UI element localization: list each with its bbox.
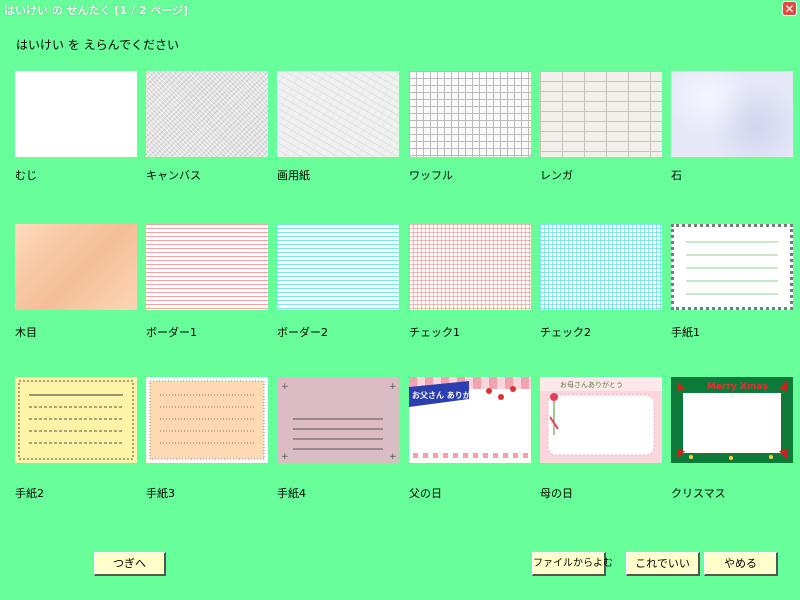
close-button[interactable]: ✕: [782, 1, 797, 16]
bg-label: ボーダー1: [146, 326, 197, 339]
bg-tile-canvas[interactable]: [146, 71, 268, 157]
bg-label: 手紙4: [277, 487, 306, 500]
svg-text:+: +: [281, 452, 289, 462]
bg-tile-letter4[interactable]: + + + +: [277, 377, 399, 463]
cancel-button[interactable]: やめる: [704, 552, 778, 576]
christmas-text: Merry Xmas: [707, 382, 768, 392]
bg-label: 木目: [15, 326, 37, 339]
window-title: はいけい の せんたく [1 / 2 ページ]: [4, 4, 189, 17]
bg-label: 手紙3: [146, 487, 175, 500]
bg-label: チェック1: [409, 326, 460, 339]
svg-text:+: +: [389, 452, 397, 462]
bg-tile-fathers-day[interactable]: お父さん ありがとう!: [409, 377, 531, 463]
bg-label: 母の日: [540, 487, 573, 500]
bg-label: ワッフル: [409, 169, 453, 182]
bg-tile-plain[interactable]: [15, 71, 137, 157]
bg-label: 石: [671, 169, 682, 182]
fathers-day-text: お父さん ありがとう!: [412, 390, 490, 400]
bg-tile-letter3[interactable]: [146, 377, 268, 463]
bg-label: 手紙2: [15, 487, 44, 500]
bg-label: レンガ: [540, 169, 573, 182]
bg-tile-brick[interactable]: [540, 71, 662, 157]
bg-tile-drawing-paper[interactable]: [277, 71, 399, 157]
bg-label: クリスマス: [671, 487, 726, 500]
bg-tile-waffle[interactable]: [409, 71, 531, 157]
bg-label: キャンバス: [146, 169, 201, 182]
bg-label: チェック2: [540, 326, 591, 339]
svg-text:+: +: [281, 382, 289, 392]
bg-tile-check2[interactable]: [540, 224, 662, 310]
bg-label: むじ: [15, 169, 37, 182]
title-bar: はいけい の せんたく [1 / 2 ページ] ✕: [0, 0, 800, 18]
svg-text:+: +: [389, 382, 397, 392]
bg-tile-mothers-day[interactable]: お母さんありがとう: [540, 377, 662, 463]
mothers-day-text: お母さんありがとう: [560, 380, 623, 389]
bg-tile-stone[interactable]: [671, 71, 793, 157]
bg-label: 手紙1: [671, 326, 700, 339]
bg-tile-woodgrain[interactable]: [15, 224, 137, 310]
bg-label: 画用紙: [277, 169, 310, 182]
bg-tile-letter2[interactable]: [15, 377, 137, 463]
bg-tile-check1[interactable]: [409, 224, 531, 310]
bg-label: ボーダー2: [277, 326, 328, 339]
bg-label: 父の日: [409, 487, 442, 500]
bg-tile-border1[interactable]: [146, 224, 268, 310]
next-page-button[interactable]: つぎへ: [94, 552, 166, 576]
ok-button[interactable]: これでいい: [626, 552, 700, 576]
instruction-text: はいけい を えらんでください: [16, 38, 180, 52]
bg-tile-christmas[interactable]: Merry Xmas: [671, 377, 793, 463]
load-from-file-button[interactable]: ファイルからよむ: [532, 552, 613, 576]
bg-tile-border2[interactable]: [277, 224, 399, 310]
bg-tile-letter1[interactable]: [671, 224, 793, 310]
